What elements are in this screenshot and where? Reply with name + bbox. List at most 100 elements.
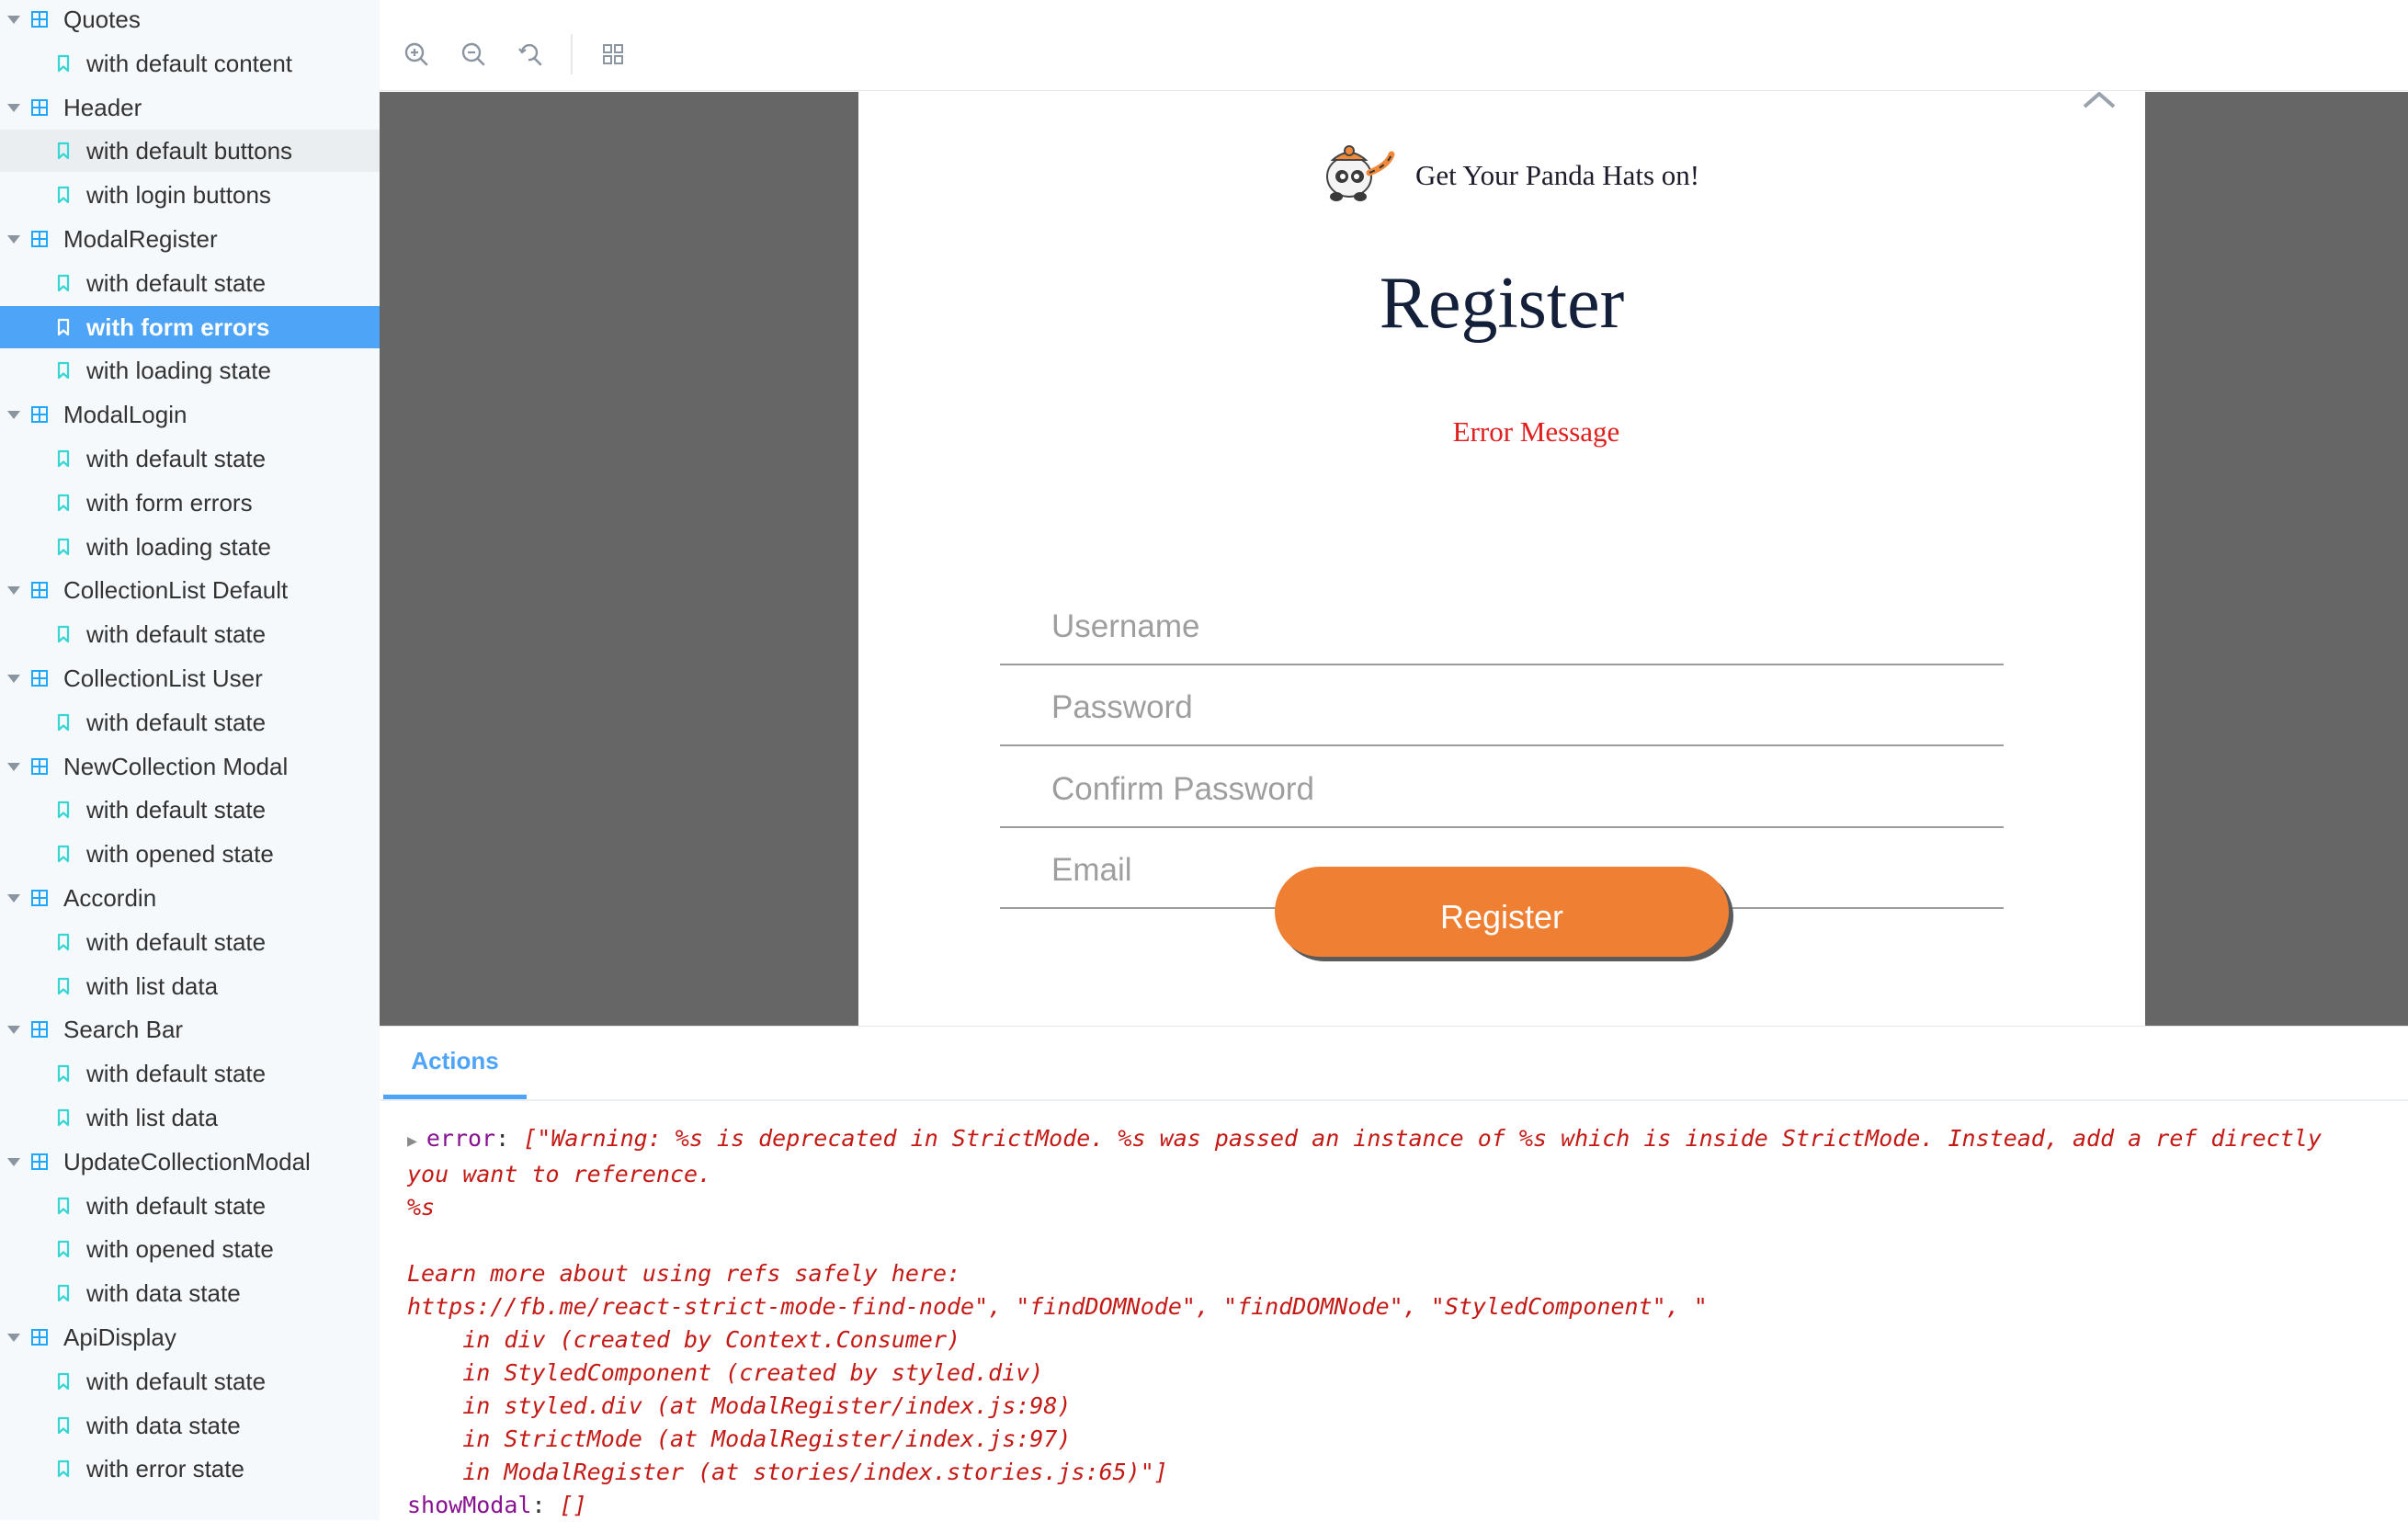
sidebar-group[interactable]: Quotes bbox=[0, 0, 380, 40]
log-value: [] bbox=[559, 1492, 587, 1518]
caret-down-icon[interactable] bbox=[7, 893, 20, 903]
caret-down-icon[interactable] bbox=[7, 762, 20, 771]
error-message: Error Message bbox=[1452, 415, 1620, 448]
sidebar-item-label: with default state bbox=[86, 1367, 267, 1395]
sidebar-story[interactable]: with data state bbox=[0, 1272, 380, 1314]
sidebar-story[interactable]: with list data bbox=[0, 965, 380, 1007]
log-line: %s bbox=[407, 1194, 436, 1221]
register-modal: Get Your Panda Hats on! Register Error M… bbox=[858, 92, 2145, 1026]
modal-title: Register bbox=[1379, 263, 1625, 344]
caret-down-icon[interactable] bbox=[7, 674, 20, 683]
zoom-out-icon[interactable] bbox=[453, 34, 494, 74]
sidebar-story[interactable]: with default state bbox=[0, 262, 380, 304]
caret-down-icon[interactable] bbox=[7, 15, 20, 24]
sidebar-group[interactable]: NewCollection Modal bbox=[0, 745, 380, 788]
sidebar-group[interactable]: CollectionList User bbox=[0, 657, 380, 699]
reset-zoom-icon[interactable] bbox=[510, 34, 551, 74]
expand-triangle-icon[interactable]: ▶ bbox=[407, 1131, 417, 1151]
confirm-password-input[interactable] bbox=[1000, 749, 2004, 826]
sidebar-item-label: with loading state bbox=[86, 356, 271, 384]
zoom-in-icon[interactable] bbox=[396, 34, 437, 74]
sidebar-group[interactable]: ModalRegister bbox=[0, 218, 380, 260]
username-input[interactable] bbox=[1000, 586, 2004, 664]
caret-down-icon[interactable] bbox=[7, 1025, 20, 1034]
caret-down-icon[interactable] bbox=[7, 103, 20, 112]
sidebar-story[interactable]: with default state bbox=[0, 1360, 380, 1403]
toolbar-divider bbox=[571, 34, 573, 74]
sidebar-story[interactable]: with loading state bbox=[0, 349, 380, 392]
sidebar-story[interactable]: with default state bbox=[0, 701, 380, 744]
sidebar-story[interactable]: with default state bbox=[0, 921, 380, 963]
sidebar-group[interactable]: Header bbox=[0, 86, 380, 129]
sidebar-group[interactable]: ModalLogin bbox=[0, 393, 380, 436]
sidebar-group[interactable]: Search Bar bbox=[0, 1008, 380, 1051]
story-preview: Get Your Panda Hats on! Register Error M… bbox=[380, 92, 2408, 1026]
sidebar-item-label: with list data bbox=[86, 971, 219, 1000]
sidebar-item-label: with opened state bbox=[86, 1234, 274, 1263]
sidebar-item-label: Header bbox=[63, 93, 142, 121]
grid-icon[interactable] bbox=[593, 34, 633, 74]
log-key: error bbox=[426, 1125, 496, 1152]
bookmark-icon bbox=[55, 1239, 72, 1259]
sidebar-item-label: with list data bbox=[86, 1103, 219, 1131]
bookmark-icon bbox=[55, 185, 72, 205]
sidebar-story[interactable]: with default state bbox=[0, 1052, 380, 1095]
component-icon bbox=[30, 757, 49, 776]
sidebar-item-label: UpdateCollectionModal bbox=[63, 1147, 311, 1176]
bookmark-icon bbox=[55, 493, 72, 513]
actions-log: ▶ error: ["Warning: %s is deprecated in S… bbox=[407, 1122, 2402, 1522]
sidebar-story[interactable]: with login buttons bbox=[0, 174, 380, 216]
sidebar-story[interactable]: with form errors bbox=[0, 482, 380, 524]
sidebar-item-label: with login buttons bbox=[86, 180, 271, 209]
sidebar-item-label: with default content bbox=[86, 49, 293, 77]
sidebar-story[interactable]: with default state bbox=[0, 437, 380, 480]
component-icon bbox=[30, 581, 49, 599]
brand: Get Your Panda Hats on! bbox=[1309, 140, 1699, 210]
sidebar-item-label: with form errors bbox=[86, 488, 253, 517]
caret-down-icon[interactable] bbox=[7, 410, 20, 419]
sidebar-story[interactable]: with default buttons bbox=[0, 130, 380, 172]
log-entry-showmodal[interactable]: showModal: [] bbox=[407, 1489, 2402, 1522]
log-entry-error[interactable]: ▶ error: ["Warning: %s is deprecated in S… bbox=[407, 1122, 2402, 1158]
log-line: ["Warning: %s is deprecated in StrictMod… bbox=[523, 1125, 2322, 1152]
sidebar-group[interactable]: UpdateCollectionModal bbox=[0, 1141, 380, 1183]
bookmark-icon bbox=[55, 976, 72, 996]
bookmark-icon bbox=[55, 141, 72, 161]
sidebar-item-label: with default state bbox=[86, 708, 267, 736]
sidebar-item-label: with data state bbox=[86, 1278, 241, 1307]
password-input[interactable] bbox=[1000, 667, 2004, 744]
sidebar-story[interactable]: with error state bbox=[0, 1448, 380, 1490]
component-icon bbox=[30, 405, 49, 424]
bookmark-icon bbox=[55, 449, 72, 469]
close-chevron-icon[interactable] bbox=[2081, 92, 2118, 110]
register-button[interactable]: Register bbox=[1275, 867, 1729, 957]
log-line: you want to reference. bbox=[407, 1161, 712, 1187]
log-line: in ModalRegister (at stories/index.stori… bbox=[407, 1459, 1168, 1485]
caret-down-icon[interactable] bbox=[7, 234, 20, 244]
sidebar-group[interactable]: CollectionList Default bbox=[0, 569, 380, 611]
sidebar-item-label: with opened state bbox=[86, 839, 274, 868]
sidebar-item-label: ModalRegister bbox=[63, 224, 218, 253]
sidebar-story[interactable]: with list data bbox=[0, 1096, 380, 1139]
sidebar-story[interactable]: with loading state bbox=[0, 526, 380, 568]
sidebar-story[interactable]: with opened state bbox=[0, 1228, 380, 1270]
log-line: Learn more about using refs safely here: bbox=[407, 1260, 961, 1287]
sidebar-story[interactable]: with data state bbox=[0, 1404, 380, 1447]
sidebar-group[interactable]: Accordin bbox=[0, 877, 380, 919]
caret-down-icon[interactable] bbox=[7, 1157, 20, 1166]
caret-down-icon[interactable] bbox=[7, 585, 20, 595]
tab-actions[interactable]: Actions bbox=[383, 1027, 527, 1099]
sidebar-item-label: with default state bbox=[86, 1191, 267, 1220]
bookmark-icon bbox=[55, 1196, 72, 1216]
sidebar-story[interactable]: with default state bbox=[0, 1185, 380, 1227]
sidebar-story[interactable]: with default content bbox=[0, 42, 380, 85]
caret-down-icon[interactable] bbox=[7, 1333, 20, 1342]
sidebar-story[interactable]: with default state bbox=[0, 789, 380, 831]
sidebar-item-label: with default state bbox=[86, 1059, 267, 1087]
preview-toolbar bbox=[380, 18, 2408, 91]
log-line: https://fb.me/react-strict-mode-find-nod… bbox=[407, 1293, 1708, 1320]
sidebar-story[interactable]: with default state bbox=[0, 613, 380, 655]
sidebar-story[interactable]: with opened state bbox=[0, 833, 380, 875]
sidebar-group[interactable]: ApiDisplay bbox=[0, 1316, 380, 1358]
sidebar-story-selected[interactable]: with form errors bbox=[0, 306, 380, 348]
